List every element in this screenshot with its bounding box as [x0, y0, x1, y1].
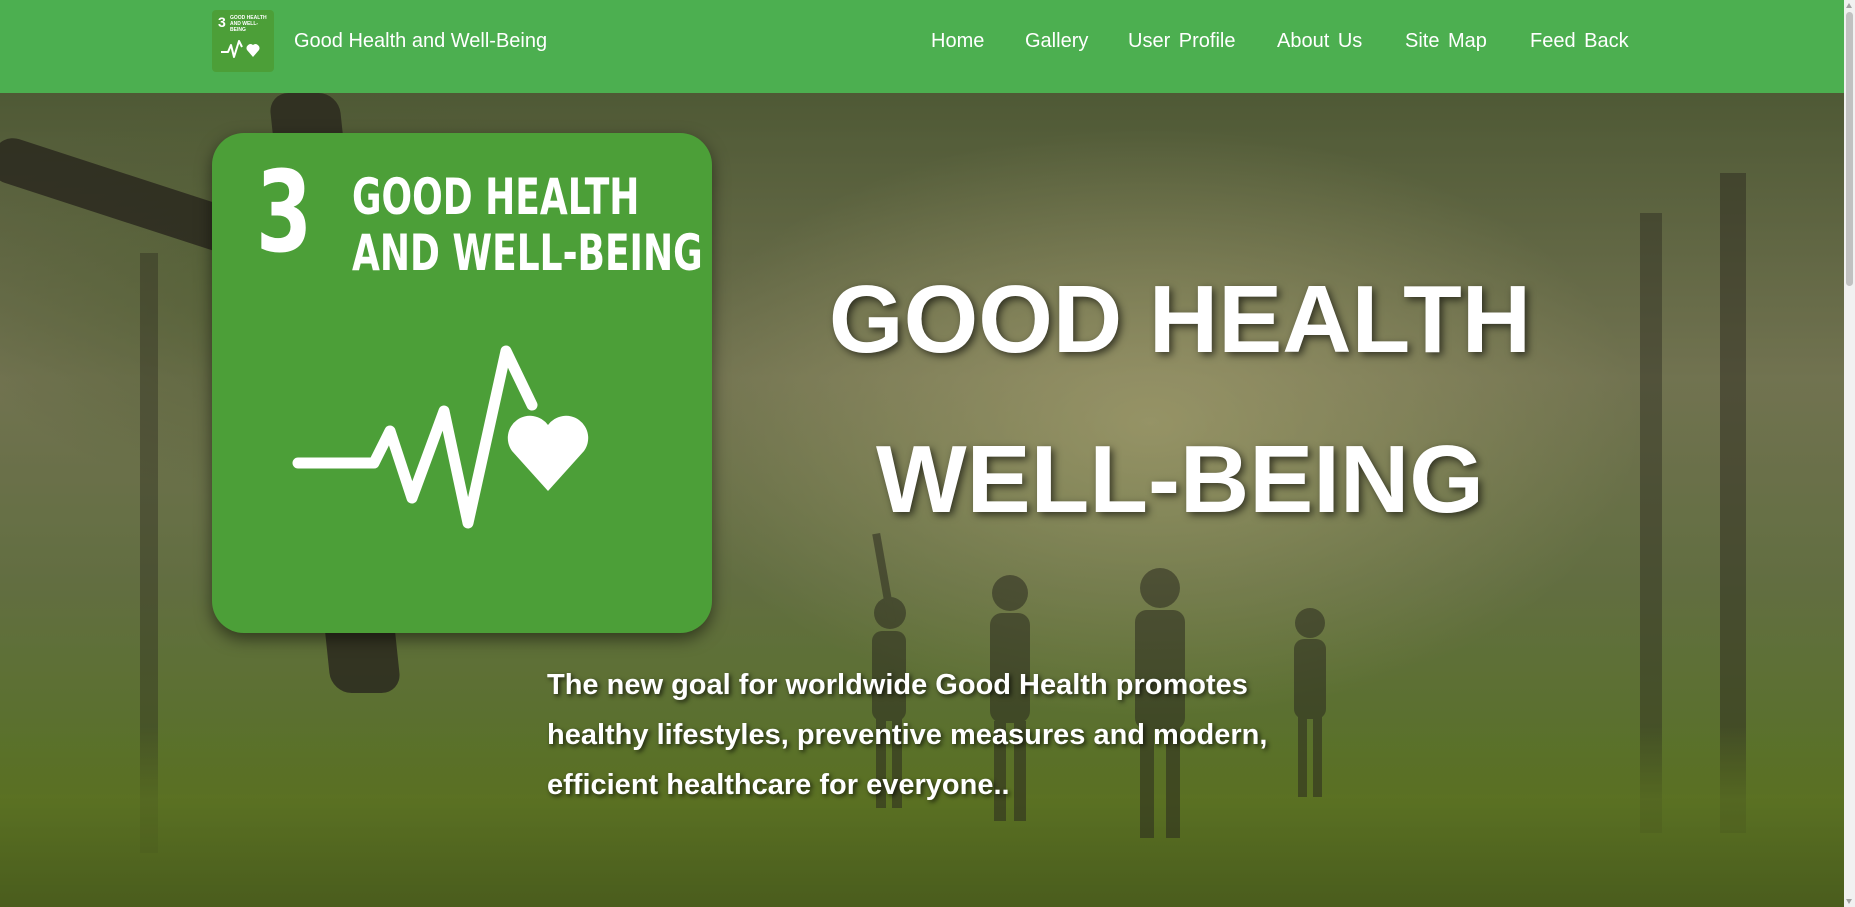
nav-user-profile-link[interactable]: User Profile [1128, 29, 1235, 53]
sdg-title-line1: GOOD HEALTH [352, 168, 640, 226]
nav-feed-back-link[interactable]: Feed Back [1530, 29, 1629, 53]
nav-gallery-link[interactable]: Gallery [1025, 29, 1088, 53]
hero-section: 3 GOOD HEALTH AND WELL-BEING GOOD HEALTH… [0, 93, 1844, 907]
nav-site-map-link[interactable]: Site Map [1405, 29, 1487, 53]
top-navbar: 3 GOOD HEALTH AND WELL-BEING Good Health… [0, 0, 1844, 93]
sdg-title-line2: AND WELL-BEING [352, 224, 703, 282]
heartbeat-heart-icon [292, 345, 589, 529]
nav-home-link[interactable]: Home [931, 29, 984, 53]
nav-about-us-link[interactable]: About Us [1277, 29, 1362, 53]
sdg3-card: 3 GOOD HEALTH AND WELL-BEING [212, 133, 712, 633]
scroll-down-icon[interactable] [1846, 899, 1852, 904]
scroll-up-icon[interactable] [1846, 3, 1852, 8]
logo-number: 3 [218, 14, 226, 30]
nav-menu: Home Gallery User Profile About Us Site … [0, 29, 1844, 53]
sdg-title: GOOD HEALTH AND WELL-BEING [352, 169, 703, 281]
vertical-scrollbar[interactable] [1844, 0, 1855, 907]
hero-heading: GOOD HEALTH WELL-BEING [740, 240, 1620, 560]
hero-description: The new goal for worldwide Good Health p… [547, 669, 1268, 801]
hero-heading-line2: WELL-BEING [876, 426, 1484, 533]
scrollbar-thumb[interactable] [1846, 12, 1853, 286]
hero-heading-line1: GOOD HEALTH [828, 266, 1532, 373]
sdg-number: 3 [256, 148, 313, 278]
